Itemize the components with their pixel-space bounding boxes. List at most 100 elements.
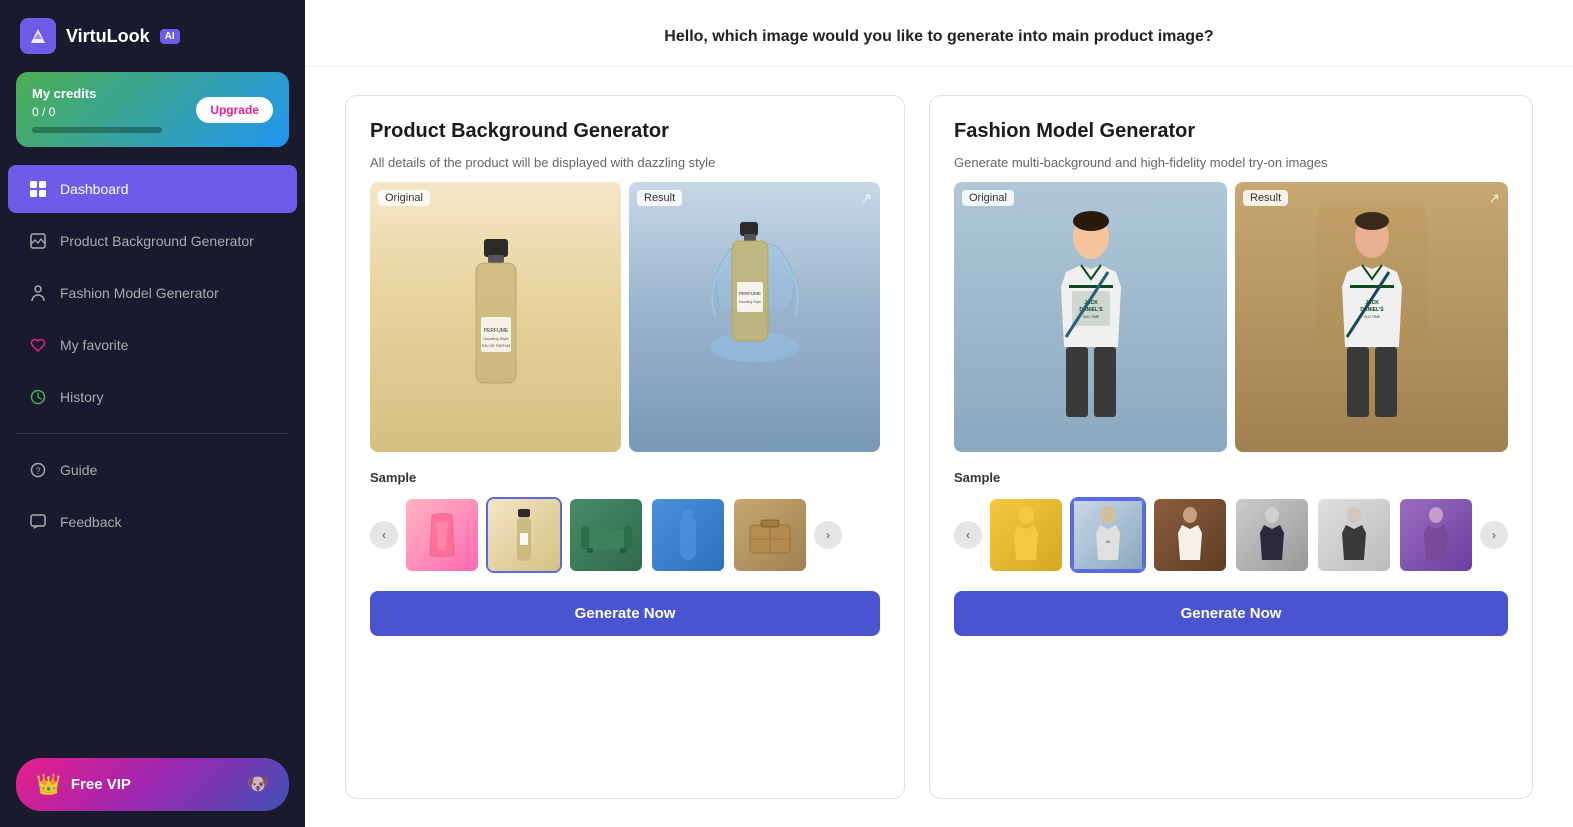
product-generate-button[interactable]: Generate Now bbox=[370, 591, 880, 636]
credits-label: My credits bbox=[32, 86, 162, 101]
fashion-thumb-6[interactable] bbox=[1398, 497, 1474, 573]
favorite-icon bbox=[28, 335, 48, 355]
svg-text:?: ? bbox=[35, 466, 40, 476]
fashion-card-images: Original bbox=[954, 182, 1508, 452]
fashion-carousel-prev[interactable]: ‹ bbox=[954, 521, 982, 549]
fashion-thumb-6-bg bbox=[1400, 499, 1472, 571]
product-thumb-3-bg bbox=[570, 499, 642, 571]
product-sample-label: Sample bbox=[370, 470, 880, 485]
svg-text:OLD TIME: OLD TIME bbox=[1082, 315, 1099, 319]
svg-text:JD: JD bbox=[1106, 539, 1111, 544]
fashion-thumb-2-bg: JD bbox=[1072, 499, 1144, 571]
fashion-result-arrow-icon: ↗ bbox=[1488, 190, 1500, 207]
product-thumb-5-bg bbox=[734, 499, 806, 571]
product-card-images: Original PERFUME Dazzling Style EAU DE P… bbox=[370, 182, 880, 452]
product-thumb-4-bg bbox=[652, 499, 724, 571]
credits-box: My credits 0 / 0 Upgrade bbox=[16, 72, 289, 147]
sidebar-item-product-bg[interactable]: Product Background Generator bbox=[8, 217, 297, 265]
app-name: VirtuLook bbox=[66, 26, 150, 47]
sidebar-item-fashion[interactable]: Fashion Model Generator bbox=[8, 269, 297, 317]
product-sample-carousel: ‹ bbox=[370, 497, 880, 573]
logo-icon bbox=[20, 18, 56, 54]
product-sample-thumbs bbox=[404, 497, 808, 573]
sidebar: VirtuLook AI My credits 0 / 0 Upgrade Da bbox=[0, 0, 305, 827]
history-icon bbox=[28, 387, 48, 407]
feedback-label: Feedback bbox=[60, 514, 121, 530]
sidebar-item-favorite[interactable]: My favorite bbox=[8, 321, 297, 369]
feedback-icon bbox=[28, 512, 48, 532]
product-card-desc: All details of the product will be displ… bbox=[370, 155, 880, 170]
fashion-sample-label: Sample bbox=[954, 470, 1508, 485]
credits-value: 0 / 0 bbox=[32, 105, 162, 119]
fashion-carousel-next[interactable]: › bbox=[1480, 521, 1508, 549]
product-carousel-next[interactable]: › bbox=[814, 521, 842, 549]
product-bg-label: Product Background Generator bbox=[60, 233, 254, 249]
product-thumb-1[interactable] bbox=[404, 497, 480, 573]
product-result-arrow-icon: ↗ bbox=[860, 190, 872, 207]
vip-icon: 👑 bbox=[36, 772, 61, 797]
sidebar-item-history[interactable]: History bbox=[8, 373, 297, 421]
vip-dog-icon: 🐶 bbox=[247, 774, 269, 795]
upgrade-button[interactable]: Upgrade bbox=[196, 97, 273, 123]
svg-text:OLD TIME: OLD TIME bbox=[1363, 315, 1380, 319]
product-result-placeholder: PERFUME Dazzling Style bbox=[629, 182, 880, 452]
svg-text:PERFUME: PERFUME bbox=[483, 328, 508, 334]
fashion-thumb-3-bg bbox=[1154, 499, 1226, 571]
product-bg-card: Product Background Generator All details… bbox=[345, 95, 905, 799]
product-thumb-5[interactable] bbox=[732, 497, 808, 573]
product-thumb-1-bg bbox=[406, 499, 478, 571]
favorite-label: My favorite bbox=[60, 337, 128, 353]
credits-info: My credits 0 / 0 bbox=[32, 86, 162, 133]
fashion-original-placeholder: JACK DANIEL'S OLD TIME bbox=[954, 182, 1227, 452]
fashion-generate-button[interactable]: Generate Now bbox=[954, 591, 1508, 636]
fashion-sample-thumbs: JD bbox=[988, 497, 1474, 573]
product-carousel-prev[interactable]: ‹ bbox=[370, 521, 398, 549]
product-original-image: Original PERFUME Dazzling Style EAU DE P… bbox=[370, 182, 621, 452]
fashion-thumb-5[interactable] bbox=[1316, 497, 1392, 573]
ai-badge: AI bbox=[160, 29, 180, 44]
product-result-image: Result ↗ bbox=[629, 182, 880, 452]
sidebar-nav: Dashboard Product Background Generator F… bbox=[0, 163, 305, 827]
svg-text:EAU DE PARFUM: EAU DE PARFUM bbox=[481, 344, 510, 348]
fashion-thumb-2[interactable]: JD bbox=[1070, 497, 1146, 573]
fashion-result-placeholder: JACK DANIEL'S OLD TIME bbox=[1235, 182, 1508, 452]
sidebar-item-feedback[interactable]: Feedback bbox=[8, 498, 297, 546]
greeting-text: Hello, which image would you like to gen… bbox=[345, 28, 1533, 46]
sidebar-item-guide[interactable]: ? Guide bbox=[8, 446, 297, 494]
fashion-result-image: Result ↗ bbox=[1235, 182, 1508, 452]
nav-divider bbox=[16, 433, 289, 434]
fashion-original-image: Original bbox=[954, 182, 1227, 452]
product-bg-icon bbox=[28, 231, 48, 251]
product-original-label: Original bbox=[378, 190, 430, 206]
product-result-label: Result bbox=[637, 190, 682, 206]
fashion-card-title: Fashion Model Generator bbox=[954, 120, 1508, 143]
guide-label: Guide bbox=[60, 462, 97, 478]
dashboard-icon bbox=[28, 179, 48, 199]
history-label: History bbox=[60, 389, 104, 405]
main-content: Hello, which image would you like to gen… bbox=[305, 0, 1573, 827]
svg-text:PERFUME: PERFUME bbox=[738, 291, 760, 296]
sidebar-bottom: 👑 Free VIP 🐶 bbox=[0, 758, 305, 827]
product-thumb-4[interactable] bbox=[650, 497, 726, 573]
fashion-thumb-3[interactable] bbox=[1152, 497, 1228, 573]
fashion-thumb-5-bg bbox=[1318, 499, 1390, 571]
credits-bar-bg bbox=[32, 127, 162, 133]
vip-label: Free VIP bbox=[71, 776, 131, 793]
fashion-card: Fashion Model Generator Generate multi-b… bbox=[929, 95, 1533, 799]
svg-text:Dazzling Style: Dazzling Style bbox=[483, 336, 509, 341]
sidebar-item-dashboard[interactable]: Dashboard bbox=[8, 165, 297, 213]
fashion-thumb-1[interactable] bbox=[988, 497, 1064, 573]
free-vip-button[interactable]: 👑 Free VIP 🐶 bbox=[16, 758, 289, 811]
product-original-placeholder: PERFUME Dazzling Style EAU DE PARFUM bbox=[370, 182, 621, 452]
main-header: Hello, which image would you like to gen… bbox=[305, 0, 1573, 67]
cards-container: Product Background Generator All details… bbox=[305, 67, 1573, 827]
product-thumb-2[interactable] bbox=[486, 497, 562, 573]
fashion-thumb-4[interactable] bbox=[1234, 497, 1310, 573]
fashion-label: Fashion Model Generator bbox=[60, 285, 219, 301]
fashion-icon bbox=[28, 283, 48, 303]
svg-text:Dazzling Style: Dazzling Style bbox=[738, 300, 760, 304]
fashion-original-label: Original bbox=[962, 190, 1014, 206]
product-thumb-3[interactable] bbox=[568, 497, 644, 573]
fashion-sample-carousel: ‹ bbox=[954, 497, 1508, 573]
fashion-thumb-1-bg bbox=[990, 499, 1062, 571]
